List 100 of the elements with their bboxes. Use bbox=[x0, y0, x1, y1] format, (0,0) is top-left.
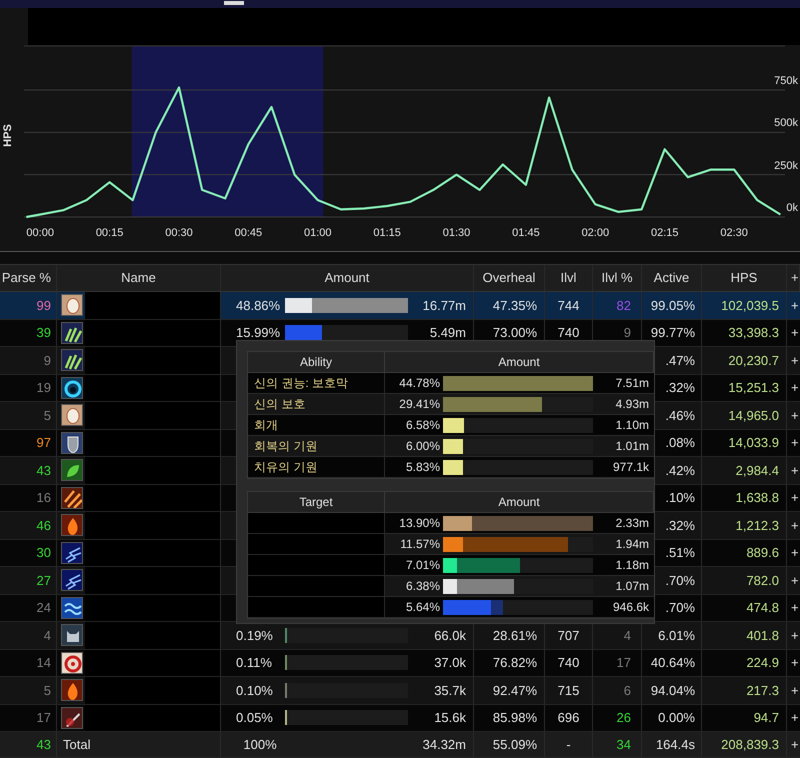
amount-percent: 100% bbox=[242, 736, 278, 754]
ilvl-value: 715 bbox=[558, 682, 580, 700]
amount-value: 66.0k bbox=[434, 626, 466, 644]
parse-value: 24 bbox=[36, 599, 51, 617]
share-percent: 6.38% bbox=[406, 579, 440, 593]
share-percent: 11.57% bbox=[400, 537, 440, 551]
hps-value: 474.8 bbox=[746, 599, 779, 617]
ilvl-value: 696 bbox=[558, 709, 580, 727]
active-value: 40.64% bbox=[650, 654, 695, 672]
hps-value: 217.3 bbox=[746, 682, 779, 700]
expand-toggle: + bbox=[791, 488, 799, 508]
amount-percent: 0.10% bbox=[236, 682, 274, 700]
hps-value: 208,839.3 bbox=[721, 736, 779, 754]
y-tick-label: 250k bbox=[774, 160, 798, 172]
hps-value: 2,984.4 bbox=[736, 462, 779, 480]
y-axis-label: HPS bbox=[2, 124, 14, 147]
x-tick-label: 00:00 bbox=[26, 228, 54, 239]
x-tick-label: 01:45 bbox=[512, 228, 540, 239]
hps-value: 15,251.3 bbox=[728, 379, 779, 397]
active-value: 99.05% bbox=[650, 296, 695, 314]
amount-value: 1.07m bbox=[616, 578, 649, 595]
overheal-value: 28.61% bbox=[492, 626, 537, 644]
parse-value: 97 bbox=[36, 434, 51, 452]
active-value: .32% bbox=[665, 516, 695, 534]
amount-value: 37.0k bbox=[434, 654, 466, 672]
ability-name: 신의 권능: 보호막 bbox=[254, 375, 348, 392]
y-tick-label: 500k bbox=[774, 118, 798, 130]
amount-percent: 0.05% bbox=[236, 709, 274, 727]
expand-toggle: + bbox=[791, 516, 799, 535]
expand-toggle: + bbox=[791, 680, 799, 700]
hps-value: 14,965.0 bbox=[728, 406, 779, 424]
amount-value: 1.94m bbox=[616, 536, 649, 553]
hps-value: 33,398.3 bbox=[728, 324, 779, 342]
active-value: .32% bbox=[665, 379, 695, 397]
ilvl-value: 707 bbox=[558, 626, 580, 644]
hps-value: 1,212.3 bbox=[736, 516, 779, 534]
x-tick-label: 00:45 bbox=[234, 228, 262, 239]
active-value: 99.77% bbox=[650, 324, 695, 342]
ilvl-value: 744 bbox=[558, 296, 580, 314]
parse-value: 5 bbox=[44, 406, 51, 424]
ilvl-percent: 26 bbox=[616, 709, 631, 727]
parse-value: 19 bbox=[36, 379, 51, 397]
expand-toggle: + bbox=[791, 296, 799, 315]
amount-value: 4.93m bbox=[616, 396, 649, 413]
share-percent: 13.90% bbox=[399, 516, 440, 530]
ilvl-percent: 6 bbox=[624, 682, 631, 700]
active-value: 164.4s bbox=[656, 736, 695, 754]
hps-value: 782.0 bbox=[746, 572, 779, 590]
amount-value: 1.01m bbox=[616, 438, 649, 455]
ilvl-percent: 34 bbox=[616, 736, 631, 754]
parse-value: 14 bbox=[36, 654, 51, 672]
expand-toggle: + bbox=[791, 570, 799, 590]
overheal-value: 76.82% bbox=[492, 654, 537, 672]
parse-value: 99 bbox=[36, 296, 51, 314]
parse-value: 5 bbox=[44, 682, 51, 700]
amount-value: 1.18m bbox=[616, 557, 649, 574]
parse-value: 46 bbox=[36, 516, 51, 534]
hps-value: 889.6 bbox=[746, 544, 779, 562]
ilvl-percent: 4 bbox=[624, 626, 631, 644]
y-tick-label: 0k bbox=[786, 203, 798, 214]
share-percent: 44.78% bbox=[399, 376, 440, 390]
ability-name: 회개 bbox=[254, 417, 278, 434]
amount-value: 5.49m bbox=[430, 324, 466, 342]
parse-value: 17 bbox=[36, 709, 51, 727]
overheal-value: 47.35% bbox=[492, 296, 537, 314]
parse-value: 30 bbox=[36, 544, 51, 562]
active-value: 6.01% bbox=[658, 626, 695, 644]
active-value: .10% bbox=[665, 489, 695, 507]
amount-value: 977.1k bbox=[612, 459, 649, 476]
amount-value: 946.6k bbox=[612, 599, 649, 616]
parse-value: 16 bbox=[36, 489, 51, 507]
expand-toggle: + bbox=[791, 378, 799, 398]
active-value: .70% bbox=[665, 599, 695, 617]
amount-percent: 0.19% bbox=[236, 626, 274, 644]
hps-value: 401.8 bbox=[746, 626, 779, 644]
active-value: .46% bbox=[665, 406, 695, 424]
parse-value: 9 bbox=[44, 352, 51, 370]
x-tick-label: 00:30 bbox=[165, 228, 193, 239]
active-value: .51% bbox=[665, 544, 695, 562]
expand-toggle: + bbox=[791, 350, 799, 370]
ilvl-percent: 17 bbox=[616, 654, 631, 672]
share-percent: 7.01% bbox=[406, 558, 440, 572]
overheal-value: 73.00% bbox=[492, 324, 537, 342]
overheal-value: 85.98% bbox=[492, 709, 537, 727]
hps-value: 224.9 bbox=[746, 654, 779, 672]
amount-percent: 48.86% bbox=[236, 296, 282, 314]
x-tick-label: 02:15 bbox=[650, 228, 678, 239]
hps-value: 20,230.7 bbox=[728, 352, 779, 370]
amount-percent: 15.99% bbox=[236, 324, 282, 342]
parse-value: 27 bbox=[36, 572, 51, 590]
amount-value: 2.33m bbox=[616, 515, 649, 532]
ilvl-percent: 9 bbox=[624, 324, 631, 342]
amount-value: 16.77m bbox=[422, 296, 466, 314]
ability-name: 치유의 기원 bbox=[254, 459, 318, 476]
expand-toggle: + bbox=[791, 460, 799, 480]
amount-percent: 0.11% bbox=[236, 654, 273, 672]
parse-value: 4 bbox=[44, 626, 51, 644]
active-value: 0.00% bbox=[658, 709, 695, 727]
total-label: Total bbox=[63, 736, 90, 754]
active-value: .42% bbox=[665, 462, 695, 480]
